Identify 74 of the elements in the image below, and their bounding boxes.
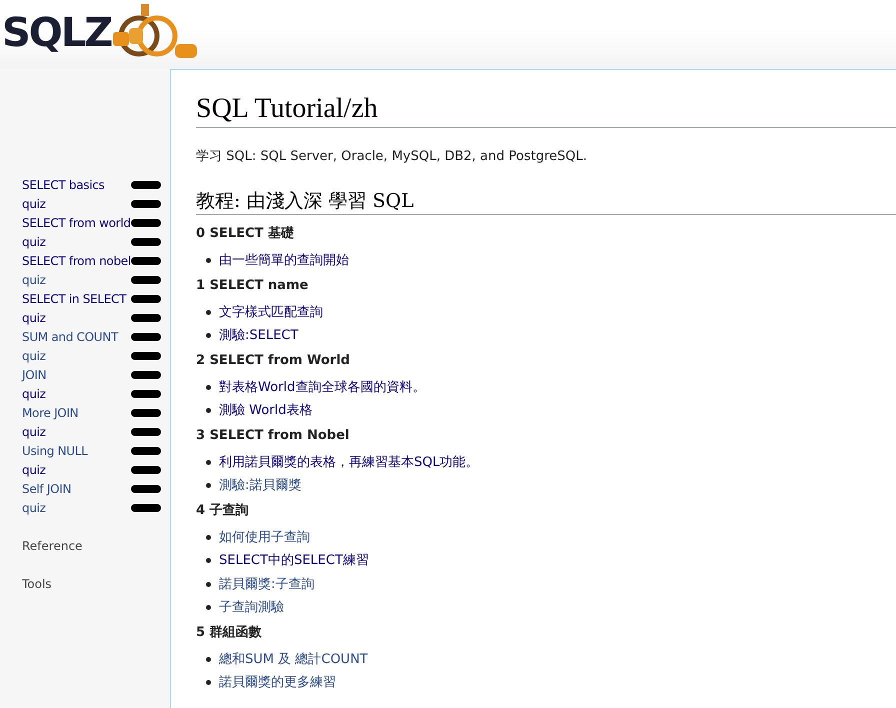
sidebar-link[interactable]: SELECT from nobel — [22, 254, 131, 268]
progress-pill-icon — [131, 504, 161, 512]
progress-pill-icon — [131, 314, 161, 322]
sidebar-link[interactable]: More JOIN — [22, 406, 78, 420]
lesson-link[interactable]: SELECT中的SELECT練習 — [219, 549, 369, 572]
lesson-link[interactable]: 對表格World查詢全球各國的資料。 — [219, 376, 426, 399]
lesson-link[interactable]: 諾貝爾獎的更多練習 — [219, 671, 336, 694]
sidebar-link[interactable]: quiz — [22, 234, 46, 248]
sidebar-link[interactable]: Using NULL — [22, 444, 88, 458]
progress-pill-icon — [131, 332, 161, 340]
sidebar-link[interactable]: SELECT in SELECT — [22, 292, 126, 306]
sidebar-link[interactable]: JOIN — [22, 368, 46, 382]
lesson-heading: 3 SELECT from Nobel — [196, 426, 350, 444]
bullet-icon — [206, 460, 211, 465]
sidebar-section-heading: Tools — [22, 577, 53, 591]
sidebar-link[interactable]: SELECT from world — [22, 216, 131, 230]
bullet-icon — [206, 310, 211, 315]
bullet-icon — [206, 582, 211, 587]
sidebar-link[interactable]: SELECT basics — [22, 178, 104, 192]
bullet-icon — [206, 333, 211, 338]
lesson-link[interactable]: 利用諾貝爾獎的表格，再練習基本SQL功能。 — [219, 450, 479, 474]
lesson-heading: 2 SELECT from World — [196, 352, 351, 370]
bullet-icon — [206, 605, 211, 610]
bullet-icon — [206, 558, 211, 564]
lesson-heading: 1 SELECT name — [196, 276, 310, 294]
progress-pill-icon — [131, 408, 161, 416]
progress-pill-icon — [131, 256, 161, 264]
sidebar-section-heading: Reference — [22, 539, 84, 553]
lesson-link[interactable]: 測驗:SELECT — [219, 324, 298, 348]
progress-pill-icon — [131, 428, 161, 436]
progress-pill-icon — [131, 276, 161, 284]
lesson-heading: 5 群組函數 — [196, 624, 263, 642]
lesson-link[interactable]: 文字樣式匹配查詢 — [219, 300, 323, 324]
progress-pill-icon — [131, 352, 161, 360]
progress-pill-icon — [131, 294, 161, 302]
lesson-link[interactable]: 子查詢測驗 — [219, 596, 284, 620]
bullet-icon — [206, 680, 211, 686]
bullet-icon — [206, 258, 211, 264]
bullet-icon — [206, 384, 211, 390]
sidebar-link[interactable]: Self JOIN — [22, 482, 72, 496]
sidebar-link[interactable]: quiz — [22, 348, 46, 362]
bullet-icon — [206, 408, 211, 414]
bullet-icon — [206, 656, 211, 662]
progress-pill-icon — [131, 466, 161, 474]
intro-text: 学习 SQL: SQL Server, Oracle, MySQL, DB2, and PostgreSQL. — [196, 148, 588, 165]
lesson-link[interactable]: 由一些簡單的查詢開始 — [219, 249, 349, 272]
progress-pill-icon — [131, 238, 161, 246]
lesson-link[interactable]: 總和SUM 及 總計COUNT — [219, 648, 368, 671]
progress-pill-icon — [131, 370, 161, 378]
sidebar-link[interactable]: quiz — [22, 272, 46, 286]
lesson-link[interactable]: 諾貝爾獎:子查詢 — [219, 572, 314, 596]
lesson-heading: 4 子查詢 — [196, 502, 250, 520]
sidebar-link[interactable]: SUM and COUNT — [22, 330, 118, 344]
progress-pill-icon — [131, 484, 161, 492]
sidebar-link[interactable]: quiz — [22, 462, 46, 476]
lesson-link[interactable]: 如何使用子查詢 — [219, 526, 310, 549]
bullet-icon — [206, 534, 211, 540]
section-heading: 教程: 由淺入深 學習 SQL — [196, 188, 896, 215]
logo-text[interactable]: SQLZ — [2, 6, 112, 60]
page-title: SQL Tutorial/zh — [196, 93, 896, 128]
progress-pill-icon — [131, 446, 161, 454]
sidebar-link[interactable]: quiz — [22, 424, 46, 438]
sidebar-link[interactable]: quiz — [22, 310, 46, 324]
sidebar-link[interactable]: quiz — [22, 196, 46, 210]
lesson-link[interactable]: 測驗:諾貝爾獎 — [219, 474, 302, 498]
sidebar-link[interactable]: quiz — [22, 500, 46, 514]
progress-pill-icon — [131, 390, 161, 398]
bullet-icon — [206, 483, 211, 488]
lesson-link[interactable]: 測驗 World表格 — [219, 399, 312, 422]
progress-pill-icon — [131, 180, 161, 188]
lesson-heading: 0 SELECT 基礎 — [196, 225, 295, 243]
progress-pill-icon — [131, 218, 161, 226]
sidebar-link[interactable]: quiz — [22, 386, 46, 400]
progress-pill-icon — [131, 200, 161, 208]
